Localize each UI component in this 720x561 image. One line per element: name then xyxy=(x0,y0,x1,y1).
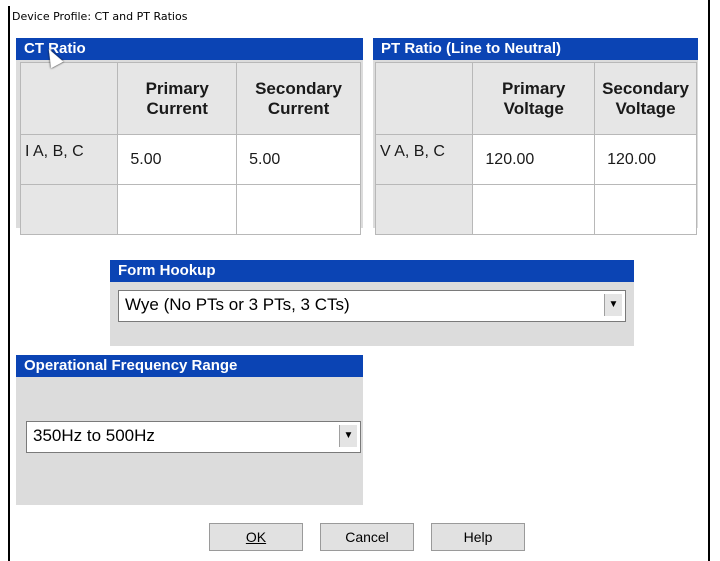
ct-corner-cell xyxy=(19,62,119,135)
ct-col-secondary: Secondary Current xyxy=(236,62,361,135)
ct-ratio-table: Primary Current Secondary Current I A, B… xyxy=(19,62,361,235)
frequency-panel: Operational Frequency Range 350Hz to 500… xyxy=(16,355,363,505)
ct-primary-value[interactable]: 5.00 xyxy=(117,134,238,185)
pt-primary-value[interactable]: 120.00 xyxy=(472,134,596,185)
ct-col-primary: Primary Current xyxy=(117,62,238,135)
dropdown-arrow-icon[interactable]: ▼ xyxy=(339,425,357,447)
pt-secondary-value[interactable]: 120.00 xyxy=(594,134,697,185)
window-title: Device Profile: CT and PT Ratios xyxy=(12,10,188,23)
cancel-button[interactable]: Cancel xyxy=(320,523,414,551)
ct-empty-label xyxy=(19,184,119,235)
pt-col-primary: Primary Voltage xyxy=(472,62,596,135)
dropdown-arrow-icon[interactable]: ▼ xyxy=(604,294,622,316)
dialog-window: Device Profile: CT and PT Ratios CT Rati… xyxy=(0,0,720,561)
ct-row-label: I A, B, C xyxy=(19,134,119,185)
pt-ratio-table: Primary Voltage Secondary Voltage V A, B… xyxy=(374,62,697,235)
form-hookup-panel: Form Hookup Wye (No PTs or 3 PTs, 3 CTs)… xyxy=(110,260,634,346)
form-hookup-header: Form Hookup xyxy=(110,260,634,282)
pt-empty-primary[interactable] xyxy=(472,184,596,235)
frequency-header: Operational Frequency Range xyxy=(16,355,363,377)
form-hookup-value: Wye (No PTs or 3 PTs, 3 CTs) xyxy=(125,295,350,314)
ct-ratio-panel: CT Ratio Primary Current Secondary Curre… xyxy=(16,38,363,235)
ok-button[interactable]: OK xyxy=(209,523,303,551)
frequency-select[interactable]: 350Hz to 500Hz ▼ xyxy=(26,421,361,453)
ct-empty-secondary[interactable] xyxy=(236,184,361,235)
pt-ratio-panel: PT Ratio (Line to Neutral) Primary Volta… xyxy=(373,38,698,235)
ct-empty-primary[interactable] xyxy=(117,184,238,235)
pt-empty-label xyxy=(374,184,474,235)
form-hookup-select[interactable]: Wye (No PTs or 3 PTs, 3 CTs) ▼ xyxy=(118,290,626,322)
pt-col-secondary: Secondary Voltage xyxy=(594,62,697,135)
ct-ratio-header: CT Ratio xyxy=(16,38,363,60)
frequency-value: 350Hz to 500Hz xyxy=(33,426,155,445)
pt-ratio-header: PT Ratio (Line to Neutral) xyxy=(373,38,698,60)
pt-row-label: V A, B, C xyxy=(374,134,474,185)
pt-corner-cell xyxy=(374,62,474,135)
help-button[interactable]: Help xyxy=(431,523,525,551)
window-right-border xyxy=(708,0,710,561)
pt-empty-secondary[interactable] xyxy=(594,184,697,235)
ct-secondary-value[interactable]: 5.00 xyxy=(236,134,361,185)
window-left-border xyxy=(8,6,10,561)
